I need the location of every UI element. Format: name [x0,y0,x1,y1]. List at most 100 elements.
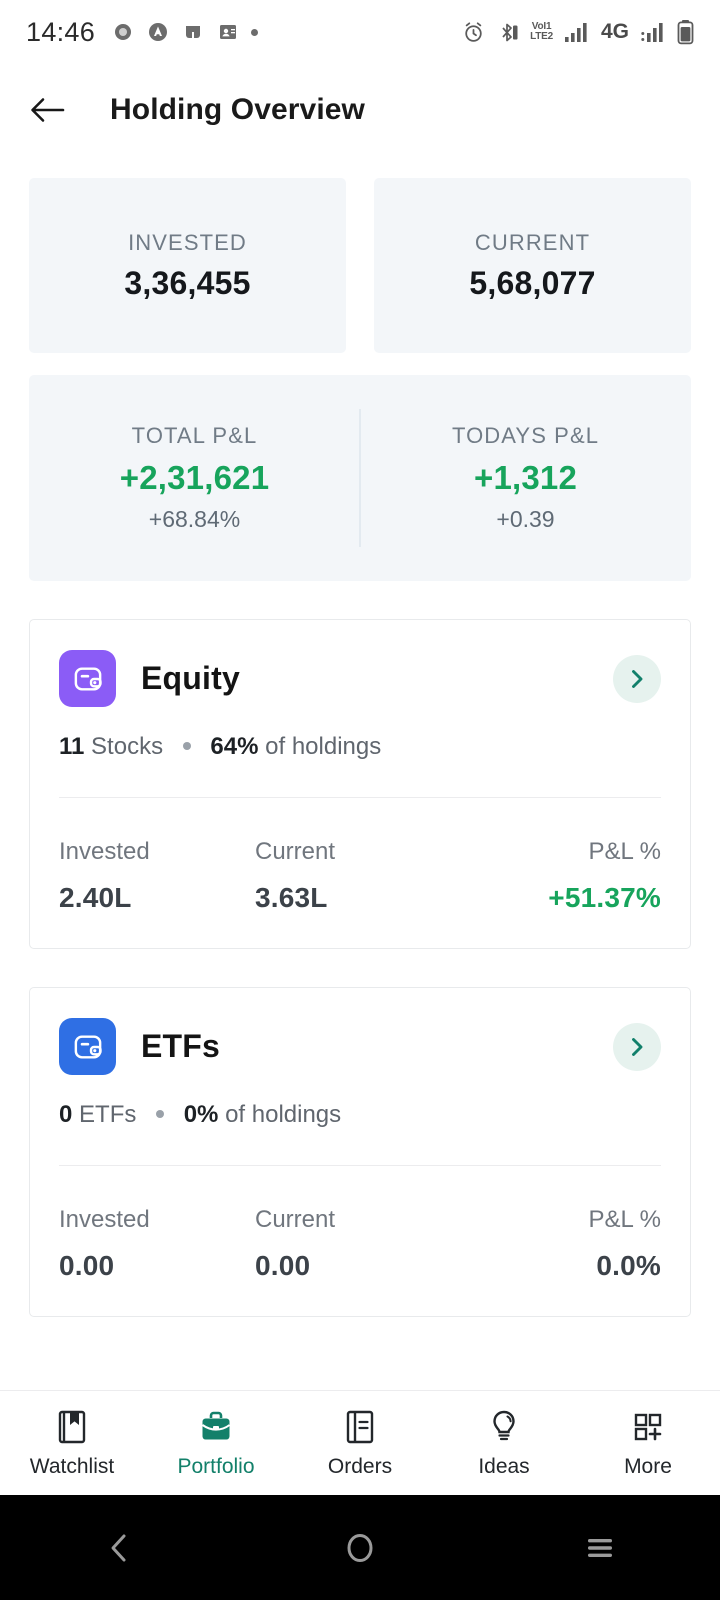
system-navigation-bar [0,1495,720,1600]
asset-title: Equity [141,660,240,696]
system-back-icon [111,1534,126,1561]
camera-icon [115,24,132,40]
asset-count: 0 [59,1101,73,1128]
asset-card-etfs[interactable]: ETFs 0 ETFs 0% of holdings Invested 0.00… [29,987,691,1317]
nav-label: Ideas [478,1454,530,1478]
pnl-vertical-divider [359,409,361,547]
asset-open-button[interactable] [613,1022,661,1071]
stat-current: Current 0.00 [255,1206,589,1282]
stat-label: Invested [59,838,150,865]
lightbulb-icon [493,1410,515,1440]
asset-count-unit: Stocks [91,733,164,760]
app-icon [186,26,201,38]
system-back-button[interactable] [65,1495,175,1600]
nav-label: Watchlist [29,1454,115,1478]
current-value: 5,68,077 [469,264,596,301]
todays-pnl-label: TODAYS P&L [451,423,600,448]
stat-label: Invested [59,1206,150,1233]
alarm-icon [465,21,482,42]
summary-tiles: INVESTED 3,36,455 CURRENT 5,68,077 [0,178,720,353]
phone-screen: 14:46 VoI1 LTE2 4G Holding Overview INVE… [0,0,720,1600]
back-arrow-icon [31,98,65,122]
wallet-icon [59,1018,116,1075]
stat-current: Current 3.63L [255,838,548,914]
bottom-navigation: Watchlist Portfolio Orders Ideas More [0,1390,720,1495]
chevron-right-icon [632,1037,643,1056]
bookmark-book-icon [58,1410,86,1443]
android-auto-icon [149,23,168,41]
asset-title: ETFs [141,1028,221,1064]
total-pnl-value: +2,31,621 [119,459,270,496]
asset-pct-suffix: of holdings [225,1101,342,1128]
4g-icon: 4G [600,20,629,43]
total-pnl-label: TOTAL P&L [131,423,258,448]
total-pnl-percent: +68.84% [148,506,241,532]
nav-item-portfolio[interactable]: Portfolio [144,1408,288,1479]
system-home-button[interactable] [305,1495,415,1600]
asset-pct: 64% [210,733,259,760]
briefcase-icon [201,1411,231,1439]
stat-value: 0.0% [596,1250,661,1281]
volte-icon: VoI1 LTE2 [530,21,553,42]
battery-icon [677,20,694,45]
asset-pct: 0% [183,1101,219,1128]
stat-invested: Invested 0.00 [59,1206,255,1282]
status-bar-clock: 14:46 [26,16,96,47]
invested-label: INVESTED [128,229,247,255]
bluetooth-icon [502,23,518,41]
asset-count-unit: ETFs [79,1101,137,1128]
stat-pnl-percent: P&L % 0.0% [589,1206,661,1282]
pnl-card: TOTAL P&L +2,31,621 +68.84% TODAYS P&L +… [29,375,691,581]
dot-icon [251,28,259,36]
separator-dot-icon [156,1109,165,1118]
invested-value: 3,36,455 [124,264,251,301]
stat-value: 0.00 [59,1250,115,1281]
nav-label: Portfolio [177,1454,255,1478]
asset-meta: 0 ETFs 0% of holdings [59,1101,661,1129]
nav-label: More [624,1454,672,1478]
asset-divider [59,797,661,798]
stat-value: 0.00 [255,1250,311,1281]
asset-stats: Invested 0.00 Current 0.00 P&L % 0.0% [59,1206,661,1282]
todays-pnl-percent: +0.39 [496,506,555,532]
invested-tile: INVESTED 3,36,455 [29,178,346,353]
stat-label: Current [255,838,336,865]
current-tile: CURRENT 5,68,077 [374,178,691,353]
system-recents-icon [588,1538,612,1557]
total-pnl-section: TOTAL P&L +2,31,621 +68.84% [29,423,360,533]
asset-stats: Invested 2.40L Current 3.63L P&L % +51.3… [59,838,661,914]
stat-pnl-percent: P&L % +51.37% [548,838,661,914]
separator-dot-icon [182,741,191,750]
asset-open-button[interactable] [613,654,661,703]
stat-label: P&L % [588,1206,661,1233]
back-button[interactable] [26,88,70,132]
stat-value: 3.63L [255,882,328,913]
asset-divider [59,1165,661,1166]
grid-plus-icon [634,1413,662,1440]
signal-bars-icon [564,23,587,42]
chevron-right-icon [632,669,643,688]
asset-meta: 11 Stocks 64% of holdings [59,733,661,761]
stat-label: Current [255,1206,336,1233]
nav-item-watchlist[interactable]: Watchlist [0,1408,144,1479]
nav-item-ideas[interactable]: Ideas [432,1408,576,1479]
stat-value: +51.37% [548,882,661,913]
asset-header: Equity [59,650,661,707]
current-label: CURRENT [474,229,591,255]
signal-bars-2-icon [641,23,663,42]
nav-item-orders[interactable]: Orders [288,1408,432,1479]
stat-label: P&L % [588,838,661,865]
asset-pct-suffix: of holdings [265,733,382,760]
asset-card-equity[interactable]: Equity 11 Stocks 64% of holdings Investe… [29,619,691,949]
nav-item-more[interactable]: More [576,1408,720,1479]
asset-header: ETFs [59,1018,661,1075]
app-bar: Holding Overview [0,64,720,156]
todays-pnl-section: TODAYS P&L +1,312 +0.39 [360,423,691,533]
asset-count: 11 [59,733,85,760]
system-home-icon [347,1533,373,1562]
wallet-icon [59,650,116,707]
stat-value: 2.40L [59,882,132,913]
stat-invested: Invested 2.40L [59,838,255,914]
system-recents-button[interactable] [545,1495,655,1600]
contacts-icon [220,25,237,39]
